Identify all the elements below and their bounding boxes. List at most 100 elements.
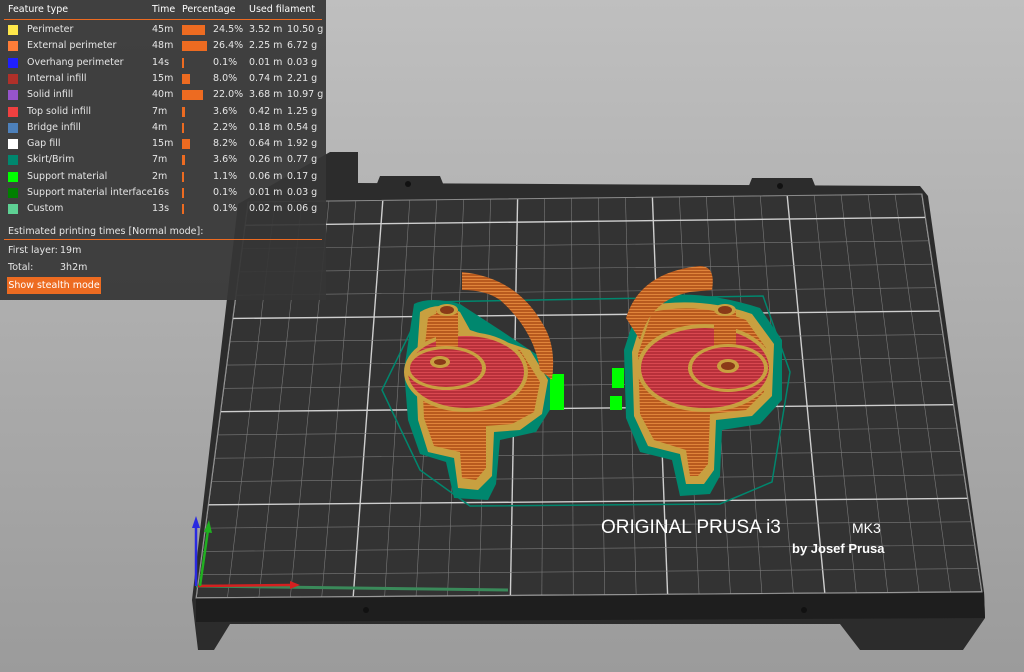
feature-row[interactable]: Support material interface 16s 0.1% 0.01 m 0… [0, 186, 326, 202]
feature-name: External perimeter [27, 40, 117, 52]
feature-time: 40m [152, 89, 174, 101]
feature-row[interactable]: Skirt/Brim 7m 3.6% 0.26 m 0.77 g [0, 153, 326, 169]
feature-weight: 0.03 g [287, 187, 318, 198]
feature-length: 3.68 m [249, 89, 283, 101]
first-layer-time: 19m [60, 245, 82, 256]
feature-row[interactable]: Custom 13s 0.1% 0.02 m 0.06 g [0, 202, 326, 218]
feature-time: 7m [152, 105, 168, 117]
feature-length: 0.74 m [249, 72, 283, 84]
feature-weight: 0.17 g [287, 170, 318, 182]
feature-name: Top solid infill [27, 105, 92, 117]
percentage-bar [182, 139, 190, 150]
feature-weight: 2.21 g [287, 72, 318, 84]
feature-percentage: 1.1% [213, 170, 238, 182]
feature-row[interactable]: Internal infill 15m 8.0% 0.74 m 2.21 g [0, 72, 326, 88]
feature-weight: 0.77 g [287, 154, 318, 166]
color-swatch [8, 41, 18, 52]
percentage-bar [182, 73, 190, 84]
feature-time: 7m [152, 154, 168, 166]
feature-row[interactable]: Top solid infill 7m 3.6% 0.42 m 1.25 g [0, 105, 326, 121]
feature-weight: 0.54 g [287, 121, 318, 133]
feature-name: Gap fill [27, 138, 61, 150]
feature-percentage: 0.1% [213, 203, 238, 215]
percentage-bar [182, 204, 184, 215]
total-label: Total: [8, 262, 34, 273]
legend-panel: Feature type Time Percentage Used filame… [0, 0, 326, 300]
feature-time: 15m [152, 138, 174, 150]
feature-weight: 1.25 g [287, 105, 318, 117]
bed-model-text: MK3 [852, 520, 881, 536]
feature-length: 0.01 m [249, 187, 283, 198]
feature-length: 3.52 m [249, 24, 283, 35]
estimated-times-title: Estimated printing times [Normal mode]: [8, 226, 204, 237]
feature-weight: 10.97 g [287, 89, 324, 101]
first-layer-label: First layer: [8, 245, 58, 256]
feature-percentage: 0.1% [213, 187, 238, 198]
feature-name: Support material interface [27, 187, 153, 198]
feature-weight: 0.06 g [287, 203, 318, 215]
feature-percentage: 8.0% [213, 72, 238, 84]
feature-row[interactable]: Gap fill 15m 8.2% 0.64 m 1.92 g [0, 137, 326, 153]
percentage-bar [182, 25, 206, 35]
feature-percentage: 3.6% [213, 154, 238, 166]
color-swatch [8, 204, 18, 215]
feature-time: 45m [152, 24, 174, 35]
feature-name: Custom [27, 203, 64, 215]
bed-byline-text: by Josef Prusa [792, 541, 885, 556]
percentage-bar [182, 188, 184, 198]
feature-percentage: 2.2% [213, 121, 238, 133]
feature-time: 14s [152, 56, 170, 68]
feature-length: 0.18 m [249, 121, 283, 133]
feature-row[interactable]: Overhang perimeter 14s 0.1% 0.01 m 0.03 g [0, 56, 326, 72]
percentage-bar [182, 90, 203, 101]
feature-time: 2m [152, 170, 168, 182]
feature-time: 13s [152, 203, 170, 215]
feature-name: Perimeter [27, 24, 74, 35]
feature-percentage: 8.2% [213, 138, 238, 150]
color-swatch [8, 106, 18, 117]
percentage-bar [182, 155, 186, 166]
feature-time: 4m [152, 121, 168, 133]
header-divider [4, 19, 322, 20]
percentage-bar [182, 171, 184, 182]
estimate-divider [4, 239, 322, 240]
feature-length: 0.42 m [249, 105, 283, 117]
feature-weight: 0.03 g [287, 56, 318, 68]
feature-length: 0.02 m [249, 203, 283, 215]
feature-row[interactable]: Bridge infill 4m 2.2% 0.18 m 0.54 g [0, 121, 326, 137]
feature-length: 0.26 m [249, 154, 283, 166]
feature-weight: 1.92 g [287, 138, 318, 150]
feature-row[interactable]: Perimeter 45m 24.5% 3.52 m 10.50 g [0, 23, 326, 39]
feature-row[interactable]: Solid infill 40m 22.0% 3.68 m 10.97 g [0, 88, 326, 104]
feature-name: Overhang perimeter [27, 56, 124, 68]
percentage-bar [182, 106, 186, 117]
feature-time: 16s [152, 187, 170, 198]
feature-name: Skirt/Brim [27, 154, 75, 166]
header-percentage: Percentage [182, 4, 236, 15]
feature-name: Support material [27, 170, 108, 182]
header-time: Time [152, 4, 176, 15]
color-swatch [8, 171, 18, 182]
feature-length: 0.64 m [249, 138, 283, 150]
feature-row[interactable]: Support material 2m 1.1% 0.06 m 0.17 g [0, 170, 326, 186]
color-swatch [8, 139, 18, 150]
percentage-bar [182, 57, 184, 68]
feature-length: 0.01 m [249, 56, 283, 68]
show-stealth-mode-button[interactable]: Show stealth mode [7, 277, 101, 294]
header-feature-type: Feature type [8, 4, 69, 15]
color-swatch [8, 122, 18, 133]
feature-percentage: 24.5% [213, 24, 244, 35]
color-swatch [8, 73, 18, 84]
header-used-filament: Used filament [249, 4, 316, 15]
percentage-bar [182, 41, 208, 52]
total-time: 3h2m [60, 262, 88, 273]
feature-name: Internal infill [27, 72, 87, 84]
feature-time: 48m [152, 40, 174, 52]
bed-brand-text: ORIGINAL PRUSA i3 [601, 517, 781, 538]
color-swatch [8, 57, 18, 68]
color-swatch [8, 90, 18, 101]
feature-length: 0.06 m [249, 170, 283, 182]
feature-name: Bridge infill [27, 121, 81, 133]
feature-row[interactable]: External perimeter 48m 26.4% 2.25 m 6.72 g [0, 39, 326, 55]
feature-length: 2.25 m [249, 40, 283, 52]
